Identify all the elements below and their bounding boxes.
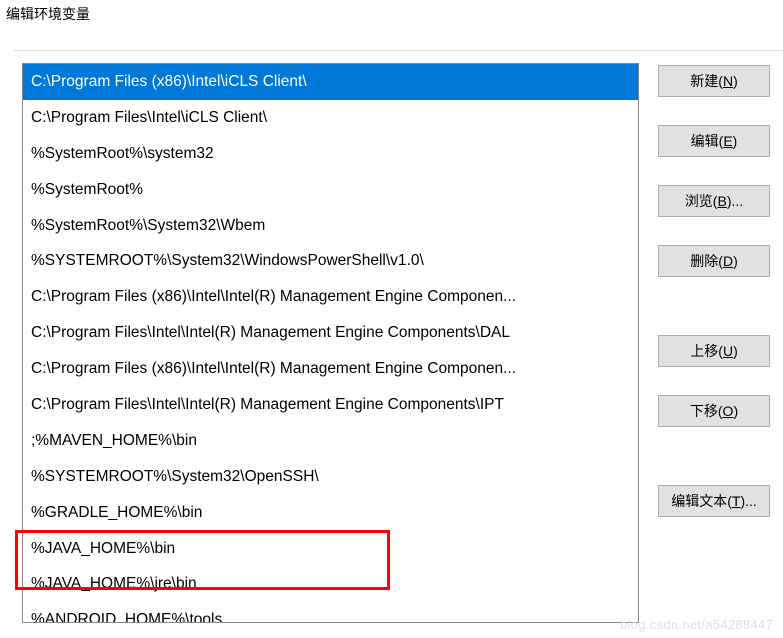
list-panel: C:\Program Files (x86)\Intel\iCLS Client… bbox=[14, 51, 644, 638]
path-item[interactable]: %JAVA_HOME%\bin bbox=[23, 531, 638, 567]
path-item[interactable]: %SystemRoot% bbox=[23, 172, 638, 208]
button-panel: 新建(N) 编辑(E) 浏览(B)... 删除(D) 上移(U) 下移(O) 编… bbox=[644, 51, 783, 638]
browse-button[interactable]: 浏览(B)... bbox=[658, 185, 770, 217]
path-item[interactable]: %SYSTEMROOT%\System32\OpenSSH\ bbox=[23, 459, 638, 495]
path-item[interactable]: %GRADLE_HOME%\bin bbox=[23, 495, 638, 531]
path-item[interactable]: C:\Program Files\Intel\iCLS Client\ bbox=[23, 100, 638, 136]
path-list[interactable]: C:\Program Files (x86)\Intel\iCLS Client… bbox=[22, 63, 639, 623]
path-item[interactable]: %SYSTEMROOT%\System32\WindowsPowerShell\… bbox=[23, 243, 638, 279]
path-item[interactable]: %SystemRoot%\system32 bbox=[23, 136, 638, 172]
path-item[interactable]: C:\Program Files (x86)\Intel\Intel(R) Ma… bbox=[23, 279, 638, 315]
delete-button[interactable]: 删除(D) bbox=[658, 245, 770, 277]
path-item[interactable]: C:\Program Files\Intel\Intel(R) Manageme… bbox=[23, 315, 638, 351]
path-item[interactable]: ;%MAVEN_HOME%\bin bbox=[23, 423, 638, 459]
path-item[interactable]: C:\Program Files\Intel\Intel(R) Manageme… bbox=[23, 387, 638, 423]
move-down-button[interactable]: 下移(O) bbox=[658, 395, 770, 427]
content-area: C:\Program Files (x86)\Intel\iCLS Client… bbox=[14, 50, 783, 638]
move-up-button[interactable]: 上移(U) bbox=[658, 335, 770, 367]
edit-button[interactable]: 编辑(E) bbox=[658, 125, 770, 157]
path-item[interactable]: C:\Program Files (x86)\Intel\Intel(R) Ma… bbox=[23, 351, 638, 387]
new-button[interactable]: 新建(N) bbox=[658, 65, 770, 97]
window-title: 编辑环境变量 bbox=[0, 0, 783, 28]
edit-text-button[interactable]: 编辑文本(T)... bbox=[658, 485, 770, 517]
path-item[interactable]: %JAVA_HOME%\jre\bin bbox=[23, 566, 638, 602]
path-item[interactable]: %ANDROID_HOME%\tools bbox=[23, 602, 638, 623]
path-item[interactable]: %SystemRoot%\System32\Wbem bbox=[23, 208, 638, 244]
path-item[interactable]: C:\Program Files (x86)\Intel\iCLS Client… bbox=[23, 64, 638, 100]
watermark: blog.csdn.net/a54288447 bbox=[620, 617, 773, 632]
